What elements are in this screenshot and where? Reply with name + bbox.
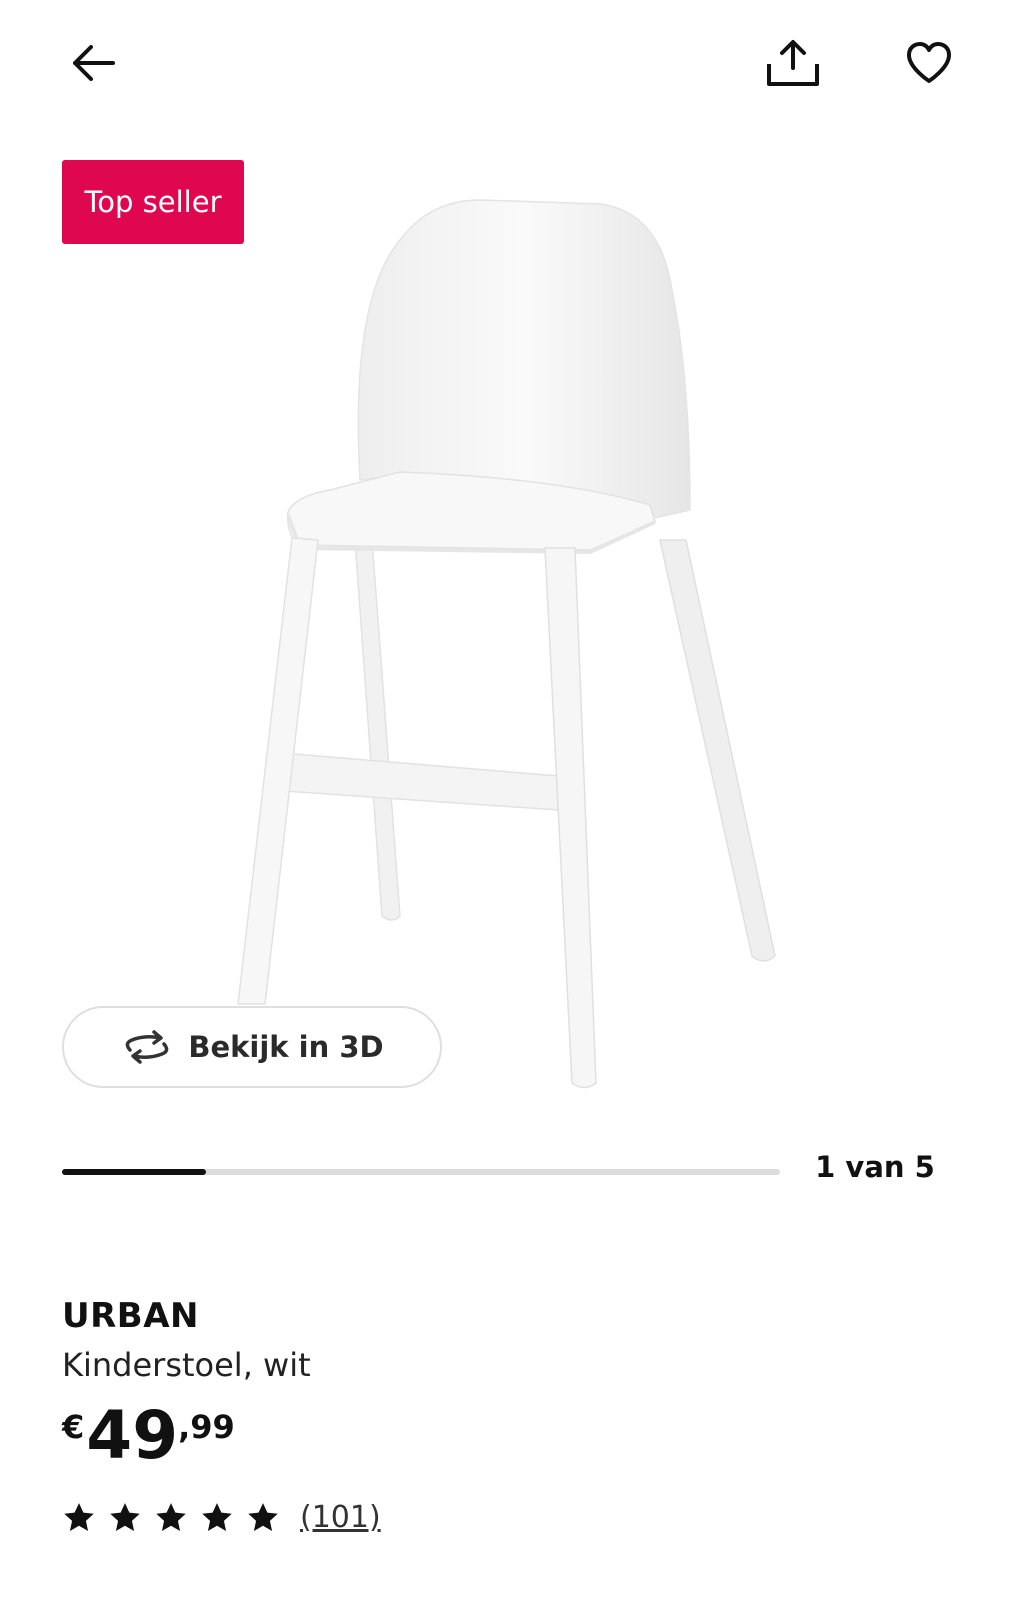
- star-icon: [64, 1502, 94, 1531]
- product-rating[interactable]: (101): [62, 1500, 381, 1535]
- share-button[interactable]: [760, 32, 826, 94]
- top-bar: [0, 0, 1030, 130]
- view-in-3d-label: Bekijk in 3D: [188, 1030, 384, 1064]
- product-image[interactable]: [220, 190, 800, 1110]
- star-icon: [110, 1502, 140, 1531]
- star-icon: [202, 1502, 232, 1531]
- heart-icon: [907, 42, 951, 83]
- top-seller-badge: Top seller: [62, 160, 244, 244]
- share-icon: [767, 40, 819, 86]
- view-in-3d-button[interactable]: Bekijk in 3D: [62, 1006, 442, 1088]
- gallery-progress-fill: [62, 1169, 206, 1175]
- star-icon: [156, 1502, 186, 1531]
- price-currency: €: [62, 1408, 85, 1446]
- gallery-progress: [62, 1169, 780, 1175]
- rotate-3d-icon: [126, 1030, 169, 1064]
- product-name: URBAN: [62, 1296, 199, 1336]
- review-count-link[interactable]: (101): [300, 1500, 381, 1535]
- favourite-button[interactable]: [896, 32, 962, 94]
- star-icon: [248, 1502, 278, 1531]
- price-decimal: ,99: [178, 1408, 235, 1446]
- price-integer: 49: [86, 1397, 179, 1474]
- gallery-counter: 1 van 5: [815, 1150, 935, 1184]
- rating-stars: [62, 1501, 280, 1535]
- product-description: Kinderstoel, wit: [62, 1346, 311, 1384]
- product-price: € 49 ,99: [62, 1400, 235, 1472]
- arrow-left-icon: [73, 45, 115, 81]
- back-button[interactable]: [62, 32, 124, 94]
